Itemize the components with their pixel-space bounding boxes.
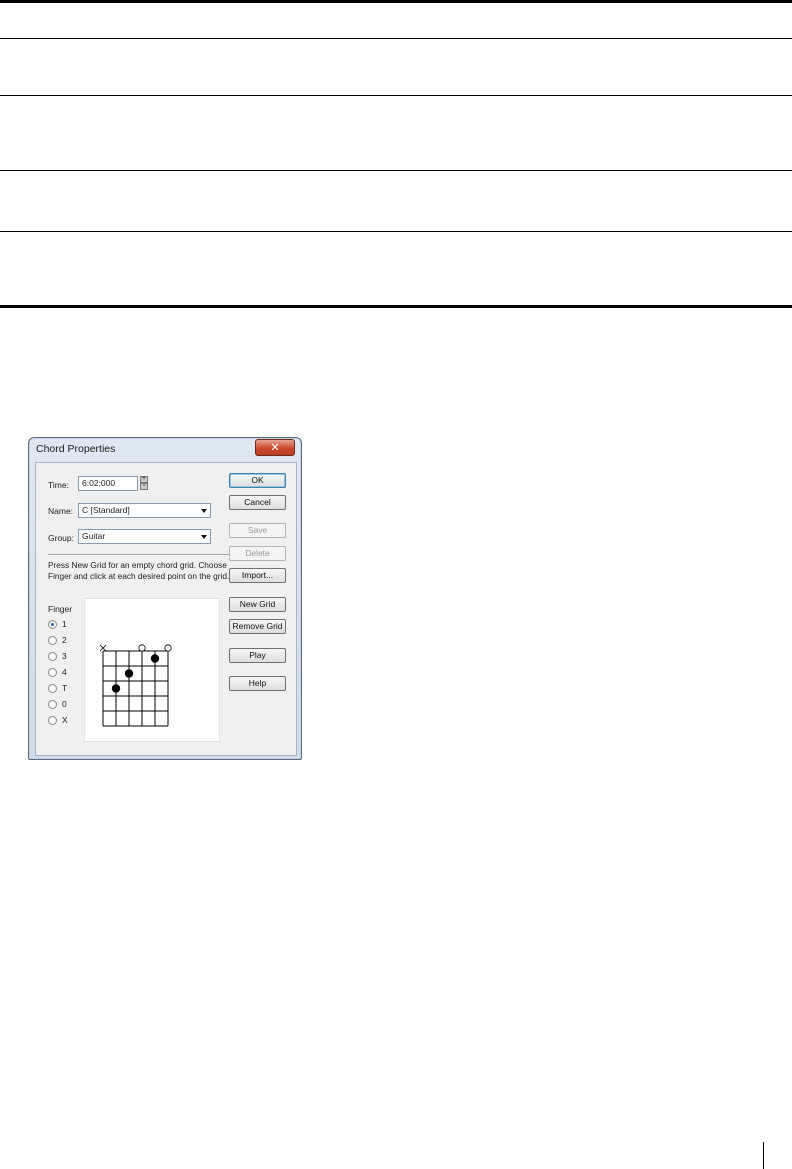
radio-button[interactable] xyxy=(48,716,57,725)
close-icon[interactable]: ✕ xyxy=(255,439,295,456)
separator xyxy=(48,554,238,556)
finger-dot xyxy=(124,669,134,678)
radio-button[interactable] xyxy=(48,652,57,661)
dialog-titlebar[interactable]: Chord Properties ✕ xyxy=(29,438,301,462)
spin-down-icon[interactable]: − xyxy=(140,483,148,490)
chord-properties-dialog: Chord Properties ✕ Time: 6:02:000 + − Na… xyxy=(28,437,302,760)
radio-button[interactable] xyxy=(48,620,57,629)
delete-button[interactable]: Delete xyxy=(229,546,286,561)
time-label: Time: xyxy=(48,480,69,490)
chord-grid-panel[interactable] xyxy=(84,598,220,742)
open-string-icon xyxy=(138,644,146,652)
radio-button[interactable] xyxy=(48,668,57,677)
table-row-divider xyxy=(0,38,792,39)
table-row-divider xyxy=(0,231,792,232)
name-label: Name: xyxy=(48,506,74,516)
radio-button[interactable] xyxy=(48,684,57,693)
group-dropdown[interactable]: Guitar xyxy=(78,529,211,544)
table-top-rule xyxy=(0,0,792,3)
ok-button[interactable]: OK xyxy=(229,473,286,488)
dialog-client-area: Time: 6:02:000 + − Name: C [Standard] Gr… xyxy=(35,462,297,756)
radio-button[interactable] xyxy=(48,700,57,709)
save-button[interactable]: Save xyxy=(229,523,286,538)
chevron-down-icon xyxy=(201,535,207,539)
group-dropdown-value: Guitar xyxy=(82,531,106,541)
help-button[interactable]: Help xyxy=(229,676,286,691)
new-grid-button[interactable]: New Grid xyxy=(229,597,286,612)
remove-grid-button[interactable]: Remove Grid xyxy=(229,619,286,634)
name-dropdown[interactable]: C [Standard] xyxy=(78,503,211,518)
table-bottom-rule xyxy=(0,305,792,308)
instructions-text: Press New Grid for an empty chord grid. … xyxy=(48,560,230,581)
table-row-divider xyxy=(0,95,792,96)
table-row-divider xyxy=(0,170,792,171)
finger-label: Finger xyxy=(48,604,73,614)
time-spinner[interactable]: + − xyxy=(140,476,148,491)
chevron-down-icon xyxy=(201,509,207,513)
finger-dot xyxy=(150,654,160,663)
name-dropdown-value: C [Standard] xyxy=(82,505,130,515)
chord-grid[interactable] xyxy=(85,599,219,741)
cancel-button[interactable]: Cancel xyxy=(229,495,286,510)
play-button[interactable]: Play xyxy=(229,648,286,663)
time-field[interactable]: 6:02:000 xyxy=(78,476,138,491)
page-margin-rule xyxy=(763,1142,764,1169)
open-string-icon xyxy=(164,644,172,652)
spin-up-icon[interactable]: + xyxy=(140,476,148,483)
import-button[interactable]: Import... xyxy=(229,568,286,583)
radio-button[interactable] xyxy=(48,636,57,645)
finger-dot xyxy=(111,684,121,693)
group-label: Group: xyxy=(48,533,74,543)
dialog-title: Chord Properties xyxy=(36,443,116,455)
